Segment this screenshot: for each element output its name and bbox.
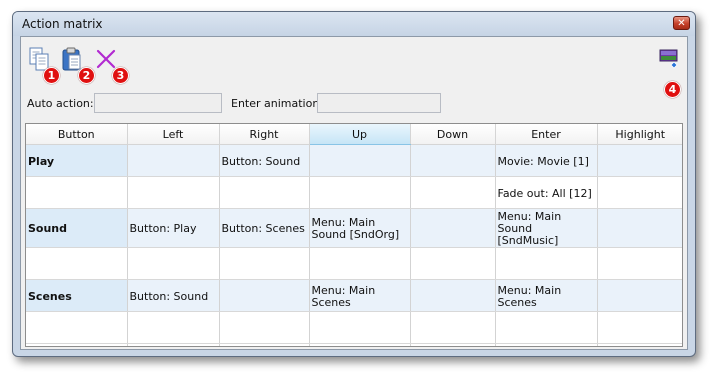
grid-cell[interactable] [410,176,496,209]
grid-cell[interactable] [219,247,310,280]
table-row [26,247,682,280]
column-header-enter[interactable]: Enter [495,124,598,145]
grid-cell[interactable] [597,247,682,280]
enter-animation-input[interactable] [317,93,441,113]
grid-cell[interactable] [127,311,220,344]
grid-cell[interactable] [127,343,220,346]
grid-cell[interactable] [410,208,496,248]
column-header-button[interactable]: Button [26,124,128,145]
grid-cell[interactable] [219,279,310,312]
grid-cell[interactable] [495,247,598,280]
grid-cell[interactable] [26,343,128,346]
grid-cell[interactable] [219,311,310,344]
grid-cell[interactable]: Button: Sound [219,144,310,177]
grid-cell[interactable] [597,144,682,177]
grid-cell[interactable] [309,311,411,344]
grid-cell[interactable]: Fade out: All [12] [495,176,598,209]
column-header-right[interactable]: Right [219,124,310,145]
grid-cell[interactable] [495,343,598,346]
table-row: Sound Button: Play Button: Scenes Menu: … [26,208,682,248]
table-row: Scenes Button: Sound Menu: Main Scenes M… [26,279,682,312]
grid-cell[interactable] [26,247,128,280]
badge-4: 4 [664,81,681,98]
grid-cell[interactable] [410,343,496,346]
grid-cell[interactable] [495,311,598,344]
column-header-highlight[interactable]: Highlight [597,124,682,145]
grid-cell[interactable] [219,176,310,209]
window-title: Action matrix [22,17,103,31]
table-row [26,343,682,346]
grid-cell[interactable] [597,279,682,312]
badge-3: 3 [112,67,129,84]
grid-cell[interactable] [597,208,682,248]
grid-cell[interactable]: Scenes [26,279,128,312]
close-button[interactable]: ✕ [673,16,690,30]
grid-cell[interactable]: Menu: Main Scenes [495,279,598,312]
grid-cell[interactable]: Button: Play [127,208,220,248]
grid-cell[interactable] [26,176,128,209]
title-bar[interactable]: Action matrix ✕ [13,12,695,36]
action-table: Button Left Right Up Down Enter Highligh… [26,124,682,346]
table-row: Play Button: Sound Movie: Movie [1] [26,144,682,177]
screen-preview-button[interactable] [658,48,680,70]
grid-cell[interactable]: Play [26,144,128,177]
grid-cell[interactable] [26,311,128,344]
grid-cell[interactable]: Menu: Main Scenes [309,279,411,312]
grid-cell[interactable] [410,311,496,344]
column-header-up[interactable]: Up [309,124,411,145]
grid-cell[interactable] [309,176,411,209]
enter-animation-label: Enter animation: [231,97,324,110]
auto-action-input[interactable] [94,93,222,113]
grid-cell[interactable] [127,247,220,280]
grid-cell[interactable]: Sound [26,208,128,248]
grid-cell[interactable] [597,311,682,344]
grid-cell[interactable] [597,343,682,346]
table-row: Fade out: All [12] [26,176,682,209]
column-header-left[interactable]: Left [127,124,220,145]
auto-action-label: Auto action: [27,97,94,110]
grid-cell[interactable] [309,144,411,177]
screen-preview-icon [659,49,678,69]
grid-cell[interactable] [127,176,220,209]
grid-cell[interactable]: Menu: Main Sound [SndOrg] [309,208,411,248]
grid-cell[interactable] [127,144,220,177]
grid-cell[interactable]: Menu: Main Sound [SndMusic] [495,208,598,248]
grid-cell[interactable] [410,247,496,280]
grid-cell[interactable] [309,343,411,346]
grid-cell[interactable]: Movie: Movie [1] [495,144,598,177]
grid-cell[interactable]: Button: Scenes [219,208,310,248]
action-grid: Button Left Right Up Down Enter Highligh… [25,123,683,347]
table-row [26,311,682,344]
action-matrix-window: Action matrix ✕ 1 2 3 4 Auto action: Ent… [12,11,696,357]
grid-cell[interactable] [597,176,682,209]
column-header-down[interactable]: Down [410,124,496,145]
header-row: Button Left Right Up Down Enter Highligh… [26,124,682,145]
dialog-content: 1 2 3 4 Auto action: Enter animation: Bu… [20,36,688,350]
grid-cell[interactable]: Button: Sound [127,279,220,312]
grid-cell[interactable] [410,279,496,312]
grid-cell[interactable] [410,144,496,177]
grid-cell[interactable] [309,247,411,280]
badge-1: 1 [43,67,60,84]
grid-cell[interactable] [219,343,310,346]
